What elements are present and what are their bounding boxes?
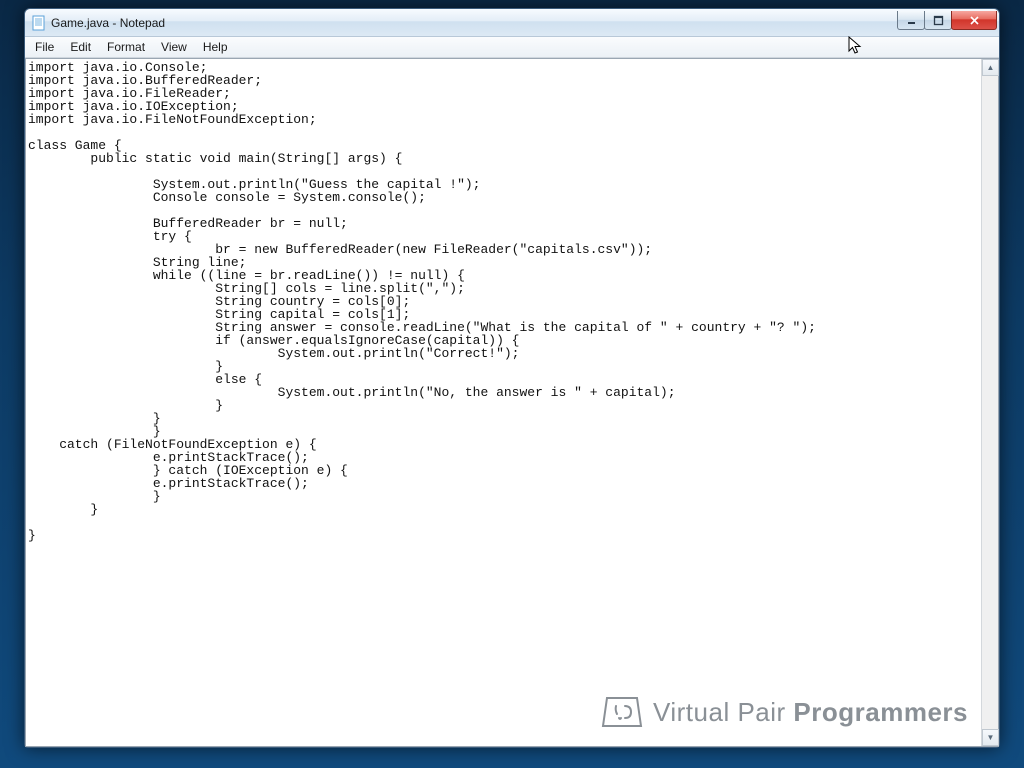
notepad-window: Game.java - Notepad File Edit Format Vie… <box>24 8 1000 748</box>
window-title: Game.java - Notepad <box>51 16 165 30</box>
editor-container: import java.io.Console; import java.io.B… <box>25 58 999 747</box>
menu-view[interactable]: View <box>153 38 195 56</box>
menu-bar: File Edit Format View Help <box>25 37 999 58</box>
menu-help[interactable]: Help <box>195 38 236 56</box>
menu-format[interactable]: Format <box>99 38 153 56</box>
title-bar[interactable]: Game.java - Notepad <box>25 9 999 37</box>
menu-edit[interactable]: Edit <box>62 38 99 56</box>
scroll-up-button[interactable]: ▲ <box>982 59 999 76</box>
vertical-scrollbar[interactable]: ▲ ▼ <box>981 59 998 746</box>
menu-file[interactable]: File <box>27 38 62 56</box>
notepad-icon <box>31 15 47 31</box>
text-editor[interactable]: import java.io.Console; import java.io.B… <box>26 59 981 746</box>
maximize-button[interactable] <box>924 11 952 30</box>
minimize-button[interactable] <box>897 11 925 30</box>
scroll-down-button[interactable]: ▼ <box>982 729 999 746</box>
window-controls <box>898 11 997 30</box>
close-button[interactable] <box>951 11 997 30</box>
